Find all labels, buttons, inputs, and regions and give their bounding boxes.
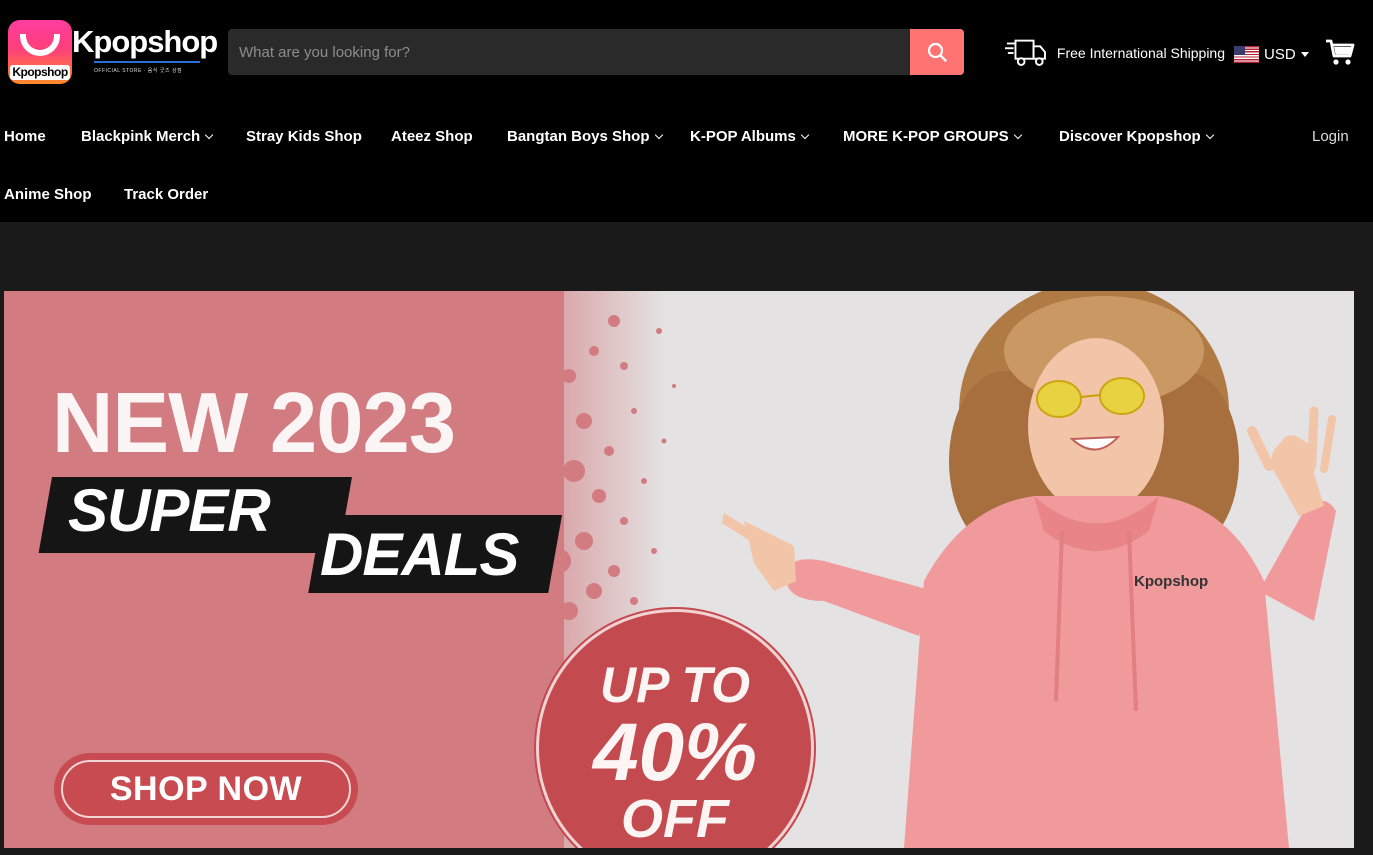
nav-item-home[interactable]: Home (4, 128, 46, 145)
nav-item-kpop-albums[interactable]: K-POP Albums (690, 128, 810, 145)
currency-selector[interactable]: USD (1234, 42, 1309, 66)
hoodie-print: Kpopshop (1134, 573, 1208, 590)
logo-badge-text: Kpopshop (10, 65, 70, 80)
nav-label: Track Order (124, 186, 209, 203)
nav-item-stray-kids-shop[interactable]: Stray Kids Shop (246, 128, 362, 145)
hero-banner[interactable]: NEW 2023 SUPER DEALS UP TO 40% OFF SHOP … (4, 291, 1354, 848)
nav-item-more-kpop-groups[interactable]: MORE K-POP GROUPS (843, 128, 1022, 145)
nav-item-ateez-shop[interactable]: Ateez Shop (391, 128, 473, 145)
login-link[interactable]: Login (1312, 128, 1349, 145)
search-icon (927, 42, 947, 62)
site-header: Kpopshop Kpopshop OFFICIAL STORE · 음식 굿즈… (0, 0, 1373, 222)
search-button[interactable] (910, 29, 964, 75)
model-in-hoodie-image: Kpopshop (722, 291, 1336, 848)
logo-badge-icon: Kpopshop (8, 20, 72, 84)
nav-item-track-order[interactable]: Track Order (124, 186, 208, 203)
currency-value: USD (1264, 45, 1296, 63)
us-flag-icon (1234, 45, 1259, 63)
chevron-down-icon (1205, 130, 1214, 139)
shopping-cart-icon (1326, 39, 1355, 65)
logo-underline (94, 61, 200, 63)
search-bar (228, 29, 964, 75)
nav-label: Stray Kids Shop (246, 128, 362, 145)
super-text: SUPER (68, 477, 271, 544)
chevron-down-icon (1013, 130, 1022, 139)
nav-label: K-POP Albums (690, 128, 796, 145)
nav-label: Discover Kpopshop (1059, 128, 1201, 145)
nav-item-anime-shop[interactable]: Anime Shop (4, 186, 92, 203)
deals-text: DEALS (320, 521, 519, 588)
nav-label: Home (4, 128, 46, 145)
chevron-down-icon (654, 130, 663, 139)
nav-label: Ateez Shop (391, 128, 473, 145)
nav-item-discover-kpopshop[interactable]: Discover Kpopshop (1059, 128, 1214, 145)
search-input[interactable] (228, 29, 910, 75)
shipping-label: Free International Shipping (1056, 45, 1225, 61)
nav-label: Blackpink Merch (81, 128, 201, 145)
nav-label: Anime Shop (4, 186, 92, 203)
shop-now-label: SHOP NOW (61, 760, 351, 818)
nav-label: Bangtan Boys Shop (507, 128, 650, 145)
super-deals-block: SUPER DEALS (38, 477, 562, 593)
banner-headline: NEW 2023 (52, 376, 456, 471)
free-shipping-notice[interactable]: Free International Shipping (1005, 37, 1225, 69)
nav-item-blackpink-merch[interactable]: Blackpink Merch (81, 128, 214, 145)
chevron-down-icon (204, 130, 214, 139)
caret-down-icon (1300, 51, 1309, 57)
nav-item-bangtan-boys-shop[interactable]: Bangtan Boys Shop (507, 128, 663, 145)
delivery-truck-icon (1005, 39, 1046, 66)
nav-label: MORE K-POP GROUPS (843, 128, 1009, 145)
kpopshop-logo[interactable]: Kpopshop Kpopshop OFFICIAL STORE · 음식 굿즈… (8, 20, 218, 86)
cart-button[interactable] (1325, 38, 1355, 66)
logo-tagline: OFFICIAL STORE · 음식 굿즈 상점 (94, 68, 183, 74)
shop-now-button[interactable]: SHOP NOW (54, 753, 358, 825)
chevron-down-icon (800, 130, 810, 139)
logo-wordmark: Kpopshop (72, 24, 218, 59)
